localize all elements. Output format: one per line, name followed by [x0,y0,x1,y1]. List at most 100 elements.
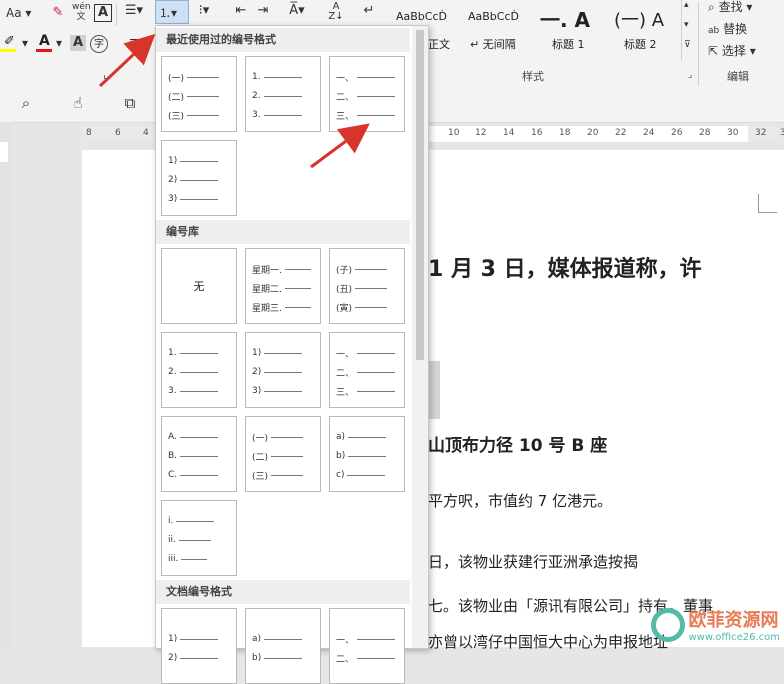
numbering-preview-row: (一) [252,431,304,444]
numbering-preview-row: C. [168,469,219,481]
number-marker: 一、 [336,635,355,646]
scroll-up-icon[interactable]: ▴ [684,0,689,10]
select-button[interactable]: ⇱ 选择 ▾ [708,42,756,59]
find-button[interactable]: ⌕ 查找 ▾ [708,0,752,15]
highlight-button[interactable]: ✐ [0,34,22,52]
numbering-format-tile[interactable]: (子) (丑) (寅) [329,248,405,324]
ruler-tick: 14 [503,128,515,138]
separator [698,2,699,86]
number-marker: a) [252,634,262,644]
font-color-button[interactable]: A [36,33,52,53]
cursor-icon: ⇱ [708,44,719,58]
numbering-format-tile[interactable]: 无 [161,248,237,324]
numbering-format-tile[interactable]: a) b) [245,608,321,684]
number-marker: 2) [168,175,178,185]
numbering-preview-row: b) [336,450,387,462]
text-line-placeholder [355,287,388,289]
font-color-bar [36,49,52,52]
change-case-button[interactable]: Aa ▾ [6,6,31,20]
numbering-format-tile[interactable]: 1) 2) [161,608,237,684]
numbering-preview-row: a) [336,431,387,443]
number-marker: 1) [252,348,262,358]
touch-icon[interactable]: ☝ [68,94,88,112]
ruler-tick: 32 [755,128,767,138]
char-shading-button[interactable]: A [70,35,86,51]
vertical-ruler[interactable] [0,122,12,647]
numbering-preview-row: 二、 [336,652,396,665]
numbering-format-tile[interactable]: 1) 2) 3) [161,140,237,216]
clear-format-icon[interactable]: ✎ [48,5,68,20]
replace-icon: ab [708,26,720,36]
more-styles-icon[interactable]: ⊽ [684,40,691,50]
numbering-preview-row: a) [252,633,303,645]
highlight-dropdown[interactable]: ▾ [22,36,28,50]
text-line-placeholder [355,306,388,308]
decrease-indent-icon[interactable]: ⇤ [232,3,250,18]
styles-launcher[interactable]: ⌟ [688,70,692,80]
watermark-url: www.office26.com [688,632,781,643]
number-marker: 二、 [336,654,355,665]
numbering-preview-row: i. [168,515,215,527]
numbering-format-tile[interactable]: 1) 2) 3) [245,332,321,408]
text-line-placeholder [347,474,386,476]
font-group-launcher[interactable]: ⌞ [103,68,108,81]
number-marker: 3. [168,386,177,396]
numbering-preview-row: (三) [252,469,304,482]
find-doc-icon[interactable]: ⌕ [16,94,36,112]
chinese-layout-button[interactable]: A̅▾ [284,3,310,18]
text-line-placeholder [180,179,219,181]
numbering-format-tile[interactable]: 星期一. 星期二. 星期三. [245,248,321,324]
multilevel-list-button[interactable]: ⁝▾ [192,3,216,18]
highlight-color-bar [0,49,16,52]
numbering-format-tile[interactable]: a) b) c) [329,416,405,492]
increase-indent-icon[interactable]: ⇥ [254,3,272,18]
replace-button[interactable]: ab 替换 [708,20,747,37]
ruler-segment [0,142,8,162]
style-heading-1[interactable]: 一. A 标题 1 [536,0,608,58]
numbering-preview-row: 星期三. [252,301,311,314]
enclosed-char-button[interactable]: 字 [90,35,108,53]
text-line-placeholder [263,114,302,116]
numbering-format-tile[interactable]: i. ii. iii. [161,500,237,576]
text-line-placeholder [178,539,211,541]
dropdown-scrollbar[interactable] [412,26,428,648]
style-no-spacing[interactable]: AaBbCcD̀ ↵ 无间隔 [464,0,534,58]
numbering-format-tile[interactable]: 一、 二、 三、 [329,332,405,408]
number-marker: b) [336,451,346,461]
ruler-tick: 4 [143,128,149,138]
numbering-preview-row: 3) [168,193,219,205]
numbering-format-tile[interactable]: (一) (二) (三) [161,56,237,132]
show-marks-icon[interactable]: ↵ [360,3,378,18]
numbering-format-tile[interactable]: 1. 2. 3. [161,332,237,408]
numbering-format-tile[interactable]: A. B. C. [161,416,237,492]
phonetic-guide-button[interactable]: wén 文 [72,2,91,22]
number-marker: 2. [168,367,177,377]
numbering-preview-row: 1. [168,347,218,359]
numbering-preview-row: 二、 [336,90,396,103]
number-marker: (丑) [336,284,353,295]
text-line-placeholder [264,390,303,392]
numbering-format-tile[interactable]: 一、 二、 [329,608,405,684]
number-marker: 二、 [336,92,355,103]
bullets-button[interactable]: ☰▾ [122,3,146,18]
styles-group-label: 样式 [522,70,544,83]
sort-button[interactable]: A Z↓ [326,2,346,22]
numbering-format-tile[interactable]: 1. 2. 3. [245,56,321,132]
numbering-button[interactable]: ⒈▾ [155,0,189,24]
layout-icon[interactable]: ⧉ [120,94,140,112]
char-border-button[interactable]: A [94,4,112,22]
style-gallery-scroll[interactable]: ▴ ▾ ⊽ [681,0,696,60]
align-left-icon[interactable]: ≡ [124,35,144,50]
scrollbar-thumb[interactable] [416,30,424,360]
numbering-format-tile[interactable]: (一) (二) (三) [245,416,321,492]
text-line-placeholder [180,160,219,162]
text-line-placeholder [271,455,304,457]
style-heading-2[interactable]: (一) A 标题 2 [610,0,676,58]
numbering-format-tile[interactable]: 一、 二、 三、 [329,56,405,132]
numbering-dropdown[interactable]: 最近使用过的编号格式 (一) (二) (三) 1. 2. 3. 一、 二、 三、 1) 2) 3) 无星… [155,25,429,684]
scroll-down-icon[interactable]: ▾ [684,20,689,30]
font-color-dropdown[interactable]: ▾ [56,36,62,50]
text-line-placeholder [180,474,219,476]
number-marker: (子) [336,265,353,276]
doc-heading: 1 月 3 日，媒体报道称，许 [428,257,702,282]
